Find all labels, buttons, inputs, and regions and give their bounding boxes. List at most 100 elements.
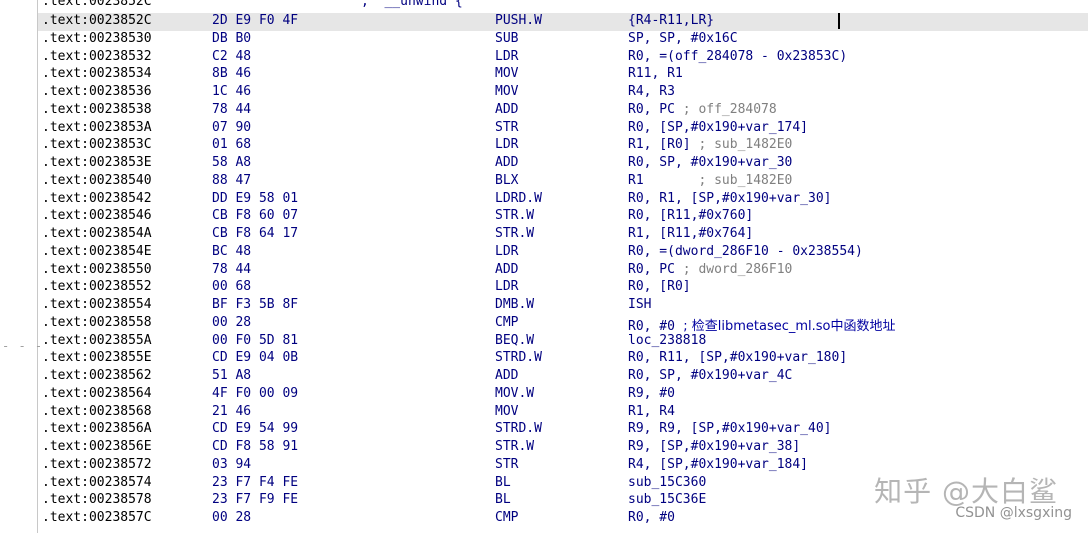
- row-mnemonic: ADD: [495, 261, 519, 277]
- row-operand-text: {R4-R11,LR}: [628, 13, 715, 28]
- row-address: .text:0023853A: [42, 119, 152, 135]
- row-operands: R0, [R11,#0x760]: [628, 208, 753, 223]
- row-address: .text:0023853E: [42, 155, 152, 170]
- row-opcode-bytes: CB F8 60 07: [212, 208, 299, 224]
- row-mnemonic: MOV.W: [495, 385, 535, 401]
- listing-row[interactable]: .text:0023854A CB F8 64 17 STR.W R1, [R11,#…: [38, 226, 1088, 244]
- row-opcode-bytes: 58 A8: [212, 155, 252, 170]
- row-mnemonic: BL: [495, 474, 511, 490]
- row-mnemonic: STR: [495, 119, 519, 135]
- gutter: [0, 0, 38, 533]
- row-operand-text: R9, #0: [628, 385, 675, 401]
- row-operands: R1, [R0] ; sub_1482E0: [628, 137, 792, 152]
- listing-row[interactable]: .text:00238552 00 68 LDR R0, [R0]: [38, 279, 1088, 297]
- row-operands: R0, #0: [628, 510, 675, 525]
- row-opcode-bytes: BF F3 5B 8F: [212, 297, 299, 312]
- row-address: .text:0023853C: [42, 137, 152, 153]
- row-operands: SP, SP, #0x16C: [628, 31, 738, 46]
- listing-row[interactable]: .text:00238534 8B 46 MOV R11, R1: [38, 66, 1088, 84]
- listing-row[interactable]: .text:00238532 C2 48 LDR R0, =(off_284078 -…: [38, 49, 1088, 67]
- row-address: .text:0023852C: [42, 13, 152, 28]
- row-opcode-bytes: 00 F0 5D 81: [212, 332, 299, 348]
- row-mnemonic: CMP: [495, 314, 519, 330]
- row-comment: ; off_284078: [674, 101, 777, 117]
- row-mnemonic: STR.W: [495, 439, 535, 454]
- listing-row[interactable]: .text:00238530 DB B0 SUB SP, SP, #0x16C: [38, 31, 1088, 49]
- row-mnemonic: SUB: [495, 30, 519, 46]
- row-operand-text: R9, R9, [SP,#0x190+var_40]: [628, 421, 832, 437]
- disassembly-listing[interactable]: .text:0023852C ; __unwind { .text:002385…: [38, 0, 1088, 533]
- row-opcode-bytes: C2 48: [212, 48, 252, 64]
- listing-row[interactable]: .text:0023853C 01 68 LDR R1, [R0] ; sub_148…: [38, 137, 1088, 155]
- listing-row[interactable]: .text:00238540 88 47 BLX R1 ; sub_1482E0: [38, 173, 1088, 191]
- listing-row[interactable]: .text:00238562 51 A8 ADD R0, SP, #0x190+var…: [38, 368, 1088, 386]
- listing-row[interactable]: .text:00238564 4F F0 00 09 MOV.W R9, #0: [38, 386, 1088, 404]
- row-operands: R0, #0 ; 检查libmetasec_ml.so中函数地址: [628, 315, 896, 334]
- listing-row[interactable]: .text:00238542 DD E9 58 01 LDRD.W R0, R1, […: [38, 191, 1088, 209]
- row-operand-text: ISH: [628, 297, 652, 312]
- listing-row[interactable]: .text:0023857C 00 28 CMP R0, #0: [38, 510, 1088, 528]
- row-address: .text:0023856A: [42, 421, 152, 437]
- row-address: .text:00238540: [42, 172, 152, 188]
- row-address: .text:00238530: [42, 30, 152, 46]
- row-operands: R0, R11, [SP,#0x190+var_180]: [628, 350, 847, 365]
- row-operands: R0, SP, #0x190+var_30: [628, 155, 792, 170]
- listing-row[interactable]: .text:00238568 21 46 MOV R1, R4: [38, 404, 1088, 422]
- listing-row[interactable]: .text:0023855E CD E9 04 0B STRD.W R0, R11, …: [38, 350, 1088, 368]
- listing-row[interactable]: .text:0023856E CD F8 58 91 STR.W R9, [SP,#0…: [38, 439, 1088, 457]
- listing-row[interactable]: .text:00238550 78 44 ADD R0, PC ; dword_286…: [38, 262, 1088, 280]
- row-address: .text:00238558: [42, 314, 152, 330]
- listing-row[interactable]: .text:0023852C 2D E9 F0 4F PUSH.W {R4-R11,L…: [38, 13, 1088, 31]
- row-opcode-bytes: 4F F0 00 09: [212, 385, 299, 401]
- row-address: .text:0023855E: [42, 350, 152, 366]
- row-operand-text: R11, R1: [628, 66, 683, 82]
- listing-row[interactable]: .text:00238554 BF F3 5B 8F DMB.W ISH: [38, 297, 1088, 315]
- listing-row[interactable]: .text:00238536 1C 46 MOV R4, R3: [38, 84, 1088, 102]
- row-mnemonic: ADD: [495, 368, 519, 383]
- row-operands: R0, =(off_284078 - 0x23853C): [628, 49, 847, 64]
- row-operands: R0, [SP,#0x190+var_174]: [628, 120, 808, 135]
- header-address: .text:0023852C: [42, 0, 152, 9]
- row-operand-text: R0, =(off_284078 - 0x23853C): [628, 48, 848, 64]
- row-mnemonic: LDR: [495, 137, 519, 153]
- row-comment: ; dword_286F10: [674, 261, 793, 277]
- flow-arrow-marker: - - -: [2, 339, 44, 353]
- row-opcode-bytes: CD E9 54 99: [212, 421, 299, 437]
- header-comment: ; __unwind {: [361, 0, 463, 9]
- row-operand-text: R1, [R0]: [628, 137, 691, 153]
- row-address: .text:00238546: [42, 208, 152, 224]
- row-opcode-bytes: 23 F7 F9 FE: [212, 492, 299, 508]
- row-opcode-bytes: DB B0: [212, 30, 252, 46]
- row-mnemonic: MOV: [495, 403, 519, 419]
- row-mnemonic: LDR: [495, 48, 519, 64]
- listing-row[interactable]: .text:0023853A 07 90 STR R0, [SP,#0x190+var…: [38, 120, 1088, 138]
- listing-row[interactable]: .text:0023854E BC 48 LDR R0, =(dword_286F10…: [38, 244, 1088, 262]
- row-opcode-bytes: 78 44: [212, 261, 252, 277]
- listing-row[interactable]: .text:0023853E 58 A8 ADD R0, SP, #0x190+var…: [38, 155, 1088, 173]
- row-mnemonic: BL: [495, 492, 511, 508]
- row-mnemonic: STR.W: [495, 208, 535, 224]
- row-operand-text: R1, [R11,#0x764]: [628, 226, 754, 241]
- row-operand-text: R0, #0: [628, 510, 675, 525]
- listing-row[interactable]: .text:0023855A 00 F0 5D 81 BEQ.W loc_238818: [38, 333, 1088, 351]
- row-address: .text:00238578: [42, 492, 152, 508]
- row-operands: R11, R1: [628, 66, 683, 81]
- text-cursor: [838, 13, 840, 29]
- row-address: .text:0023856E: [42, 439, 152, 454]
- listing-row[interactable]: .text:00238558 00 28 CMP R0, #0 ; 检查libmeta…: [38, 314, 1088, 334]
- row-operands: R0, =(dword_286F10 - 0x238554): [628, 244, 863, 259]
- listing-header-row[interactable]: .text:0023852C ; __unwind {: [38, 0, 1088, 12]
- row-opcode-bytes: 51 A8: [212, 368, 252, 383]
- row-operand-text: R4, R3: [628, 84, 675, 99]
- listing-row[interactable]: .text:00238538 78 44 ADD R0, PC ; off_28407…: [38, 102, 1088, 120]
- row-address: .text:00238542: [42, 190, 152, 206]
- row-opcode-bytes: 1C 46: [212, 84, 252, 99]
- row-opcode-bytes: 88 47: [212, 172, 252, 188]
- row-mnemonic: LDR: [495, 243, 519, 259]
- listing-row[interactable]: .text:00238546 CB F8 60 07 STR.W R0, [R11,#…: [38, 208, 1088, 226]
- row-opcode-bytes: 23 F7 F4 FE: [212, 474, 299, 490]
- listing-row[interactable]: .text:0023856A CD E9 54 99 STRD.W R9, R9, […: [38, 421, 1088, 439]
- row-operands: R0, R1, [SP,#0x190+var_30]: [628, 191, 832, 206]
- row-operands: R0, [R0]: [628, 279, 691, 294]
- row-comment: ; 检查libmetasec_ml.so中函数地址: [674, 318, 896, 334]
